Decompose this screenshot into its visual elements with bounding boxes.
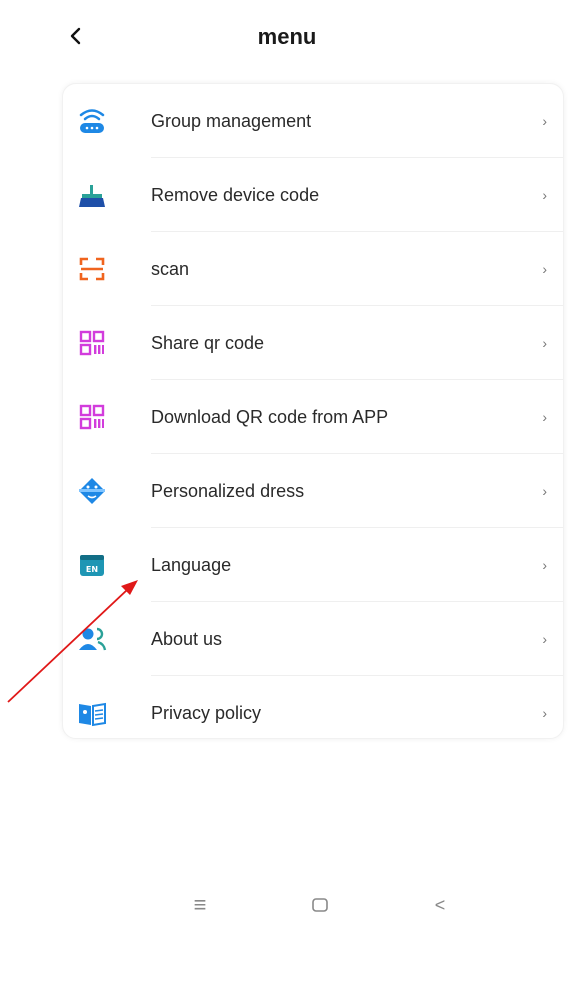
language-en-icon: EN bbox=[80, 555, 104, 576]
menu-item-privacy-policy[interactable]: Privacy policy › bbox=[63, 676, 563, 750]
header: menu bbox=[0, 0, 574, 80]
qr-code-icon bbox=[79, 404, 105, 430]
menu-item-label: Group management bbox=[151, 111, 312, 131]
menu-item-label: Personalized dress bbox=[151, 481, 305, 501]
menu-item-download-qr-code[interactable]: Download QR code from APP › bbox=[63, 380, 563, 454]
menu-item-about-us[interactable]: About us › bbox=[63, 602, 563, 676]
menu-card: Group management › Remove device code › … bbox=[62, 83, 564, 739]
chevron-right-icon: › bbox=[542, 705, 547, 721]
chevron-right-icon: › bbox=[542, 113, 547, 129]
chevron-right-icon: › bbox=[542, 409, 547, 425]
square-icon bbox=[312, 898, 328, 912]
menu-item-label: Share qr code bbox=[151, 333, 265, 353]
menu-item-language[interactable]: EN Language › bbox=[63, 528, 563, 602]
menu-item-personalized-dress[interactable]: Personalized dress › bbox=[63, 454, 563, 528]
chevron-right-icon: › bbox=[542, 335, 547, 351]
page-title: menu bbox=[257, 24, 317, 49]
chevron-right-icon: › bbox=[542, 631, 547, 647]
chevron-right-icon: › bbox=[542, 261, 547, 277]
menu-item-label: scan bbox=[151, 259, 190, 279]
language-icon-text: EN bbox=[86, 565, 98, 574]
broom-icon bbox=[79, 185, 105, 207]
chevron-right-icon: › bbox=[542, 557, 547, 573]
dress-face-icon bbox=[79, 478, 105, 504]
recent-apps-button[interactable]: ≡ bbox=[180, 888, 220, 922]
scan-icon bbox=[79, 257, 105, 281]
chevron-right-icon: › bbox=[542, 483, 547, 499]
chevron-right-icon: › bbox=[542, 187, 547, 203]
router-wifi-icon bbox=[79, 109, 105, 133]
about-users-icon bbox=[79, 627, 107, 651]
nav-back-button[interactable]: < bbox=[420, 888, 460, 922]
menu-lines-icon: ≡ bbox=[193, 892, 207, 917]
menu-item-share-qr-code[interactable]: Share qr code › bbox=[63, 306, 563, 380]
menu-item-label: About us bbox=[151, 629, 223, 649]
menu-item-label: Privacy policy bbox=[151, 703, 262, 723]
menu-item-label: Remove device code bbox=[151, 185, 320, 205]
menu-item-label: Download QR code from APP bbox=[151, 407, 389, 427]
menu-item-remove-device-code[interactable]: Remove device code › bbox=[63, 158, 563, 232]
menu-item-label: Language bbox=[151, 555, 232, 575]
home-button[interactable] bbox=[300, 888, 340, 922]
qr-code-icon bbox=[79, 330, 105, 356]
menu-item-group-management[interactable]: Group management › bbox=[63, 84, 563, 158]
system-nav-bar: ≡ < bbox=[0, 880, 574, 930]
book-icon bbox=[79, 702, 106, 727]
menu-item-scan[interactable]: scan › bbox=[63, 232, 563, 306]
back-arrow-icon: < bbox=[434, 894, 446, 915]
